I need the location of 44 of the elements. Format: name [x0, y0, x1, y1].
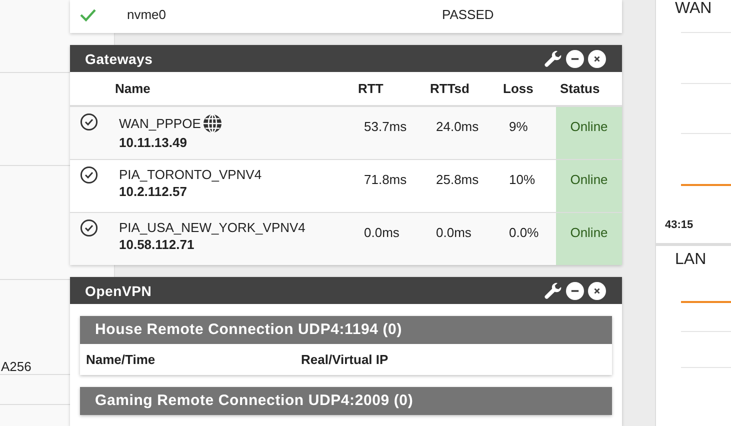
axis-label: 43:15: [665, 219, 694, 231]
minimize-button[interactable]: [566, 282, 584, 300]
gateway-name: PIA_USA_NEW_YORK_VPNV4: [119, 220, 306, 235]
check-circle-icon: [80, 166, 98, 184]
column-header: Loss: [503, 81, 534, 96]
close-button[interactable]: [588, 50, 606, 68]
check-circle-icon: [80, 219, 98, 237]
gateway-address: 10.11.13.49: [119, 135, 188, 150]
column-header: RTT: [358, 81, 384, 96]
gateway-address: 10.58.112.71: [119, 237, 196, 252]
column-header: Name: [114, 81, 152, 96]
table-cell-text: 0.0ms: [435, 224, 472, 242]
wrench-icon[interactable]: [544, 50, 562, 68]
table-cell: PASSED: [442, 7, 494, 22]
table-cell-text: 0.0ms: [363, 224, 400, 242]
table-cell-text: 24.0ms: [435, 118, 480, 136]
status-cell: Online: [556, 107, 622, 159]
table-cell-text: 71.8ms: [363, 171, 408, 189]
table-cell-text: 0.0%: [508, 224, 540, 242]
table-cell: A256: [0, 359, 32, 374]
gateway-name: PIA_TORONTO_VPNV4: [119, 167, 262, 182]
table-cell-text: 10%: [508, 171, 536, 189]
panel-title: OpenVPN: [85, 282, 152, 298]
server-title: Gaming Remote Connection UDP4:2009 (0): [80, 387, 612, 415]
check-circle-icon: [80, 113, 98, 131]
wrench-icon[interactable]: [544, 282, 562, 300]
column-header: Status: [559, 81, 601, 96]
status-cell: Online: [556, 160, 622, 212]
table-cell-text: nvme0: [127, 7, 168, 22]
graph-title: WAN: [675, 0, 712, 18]
graph-title: LAN: [675, 251, 706, 269]
table-cell-text: 53.7ms: [363, 118, 408, 136]
column-header: RTTsd: [430, 81, 470, 96]
server-title: House Remote Connection UDP4:1194 (0): [80, 316, 612, 344]
gateway-name: WAN_PPPOE: [119, 116, 201, 131]
table-cell-text: 25.8ms: [435, 171, 480, 189]
column-header: Real/Virtual IP: [301, 352, 390, 367]
column-header: Name/Time: [86, 352, 156, 367]
gateway-address: 10.2.112.57: [119, 184, 188, 199]
minimize-button[interactable]: [566, 50, 584, 68]
table-cell-text: 9%: [508, 118, 529, 136]
panel-title: Gateways: [85, 50, 153, 66]
close-button[interactable]: [588, 282, 606, 300]
status-cell: Online: [556, 213, 622, 265]
